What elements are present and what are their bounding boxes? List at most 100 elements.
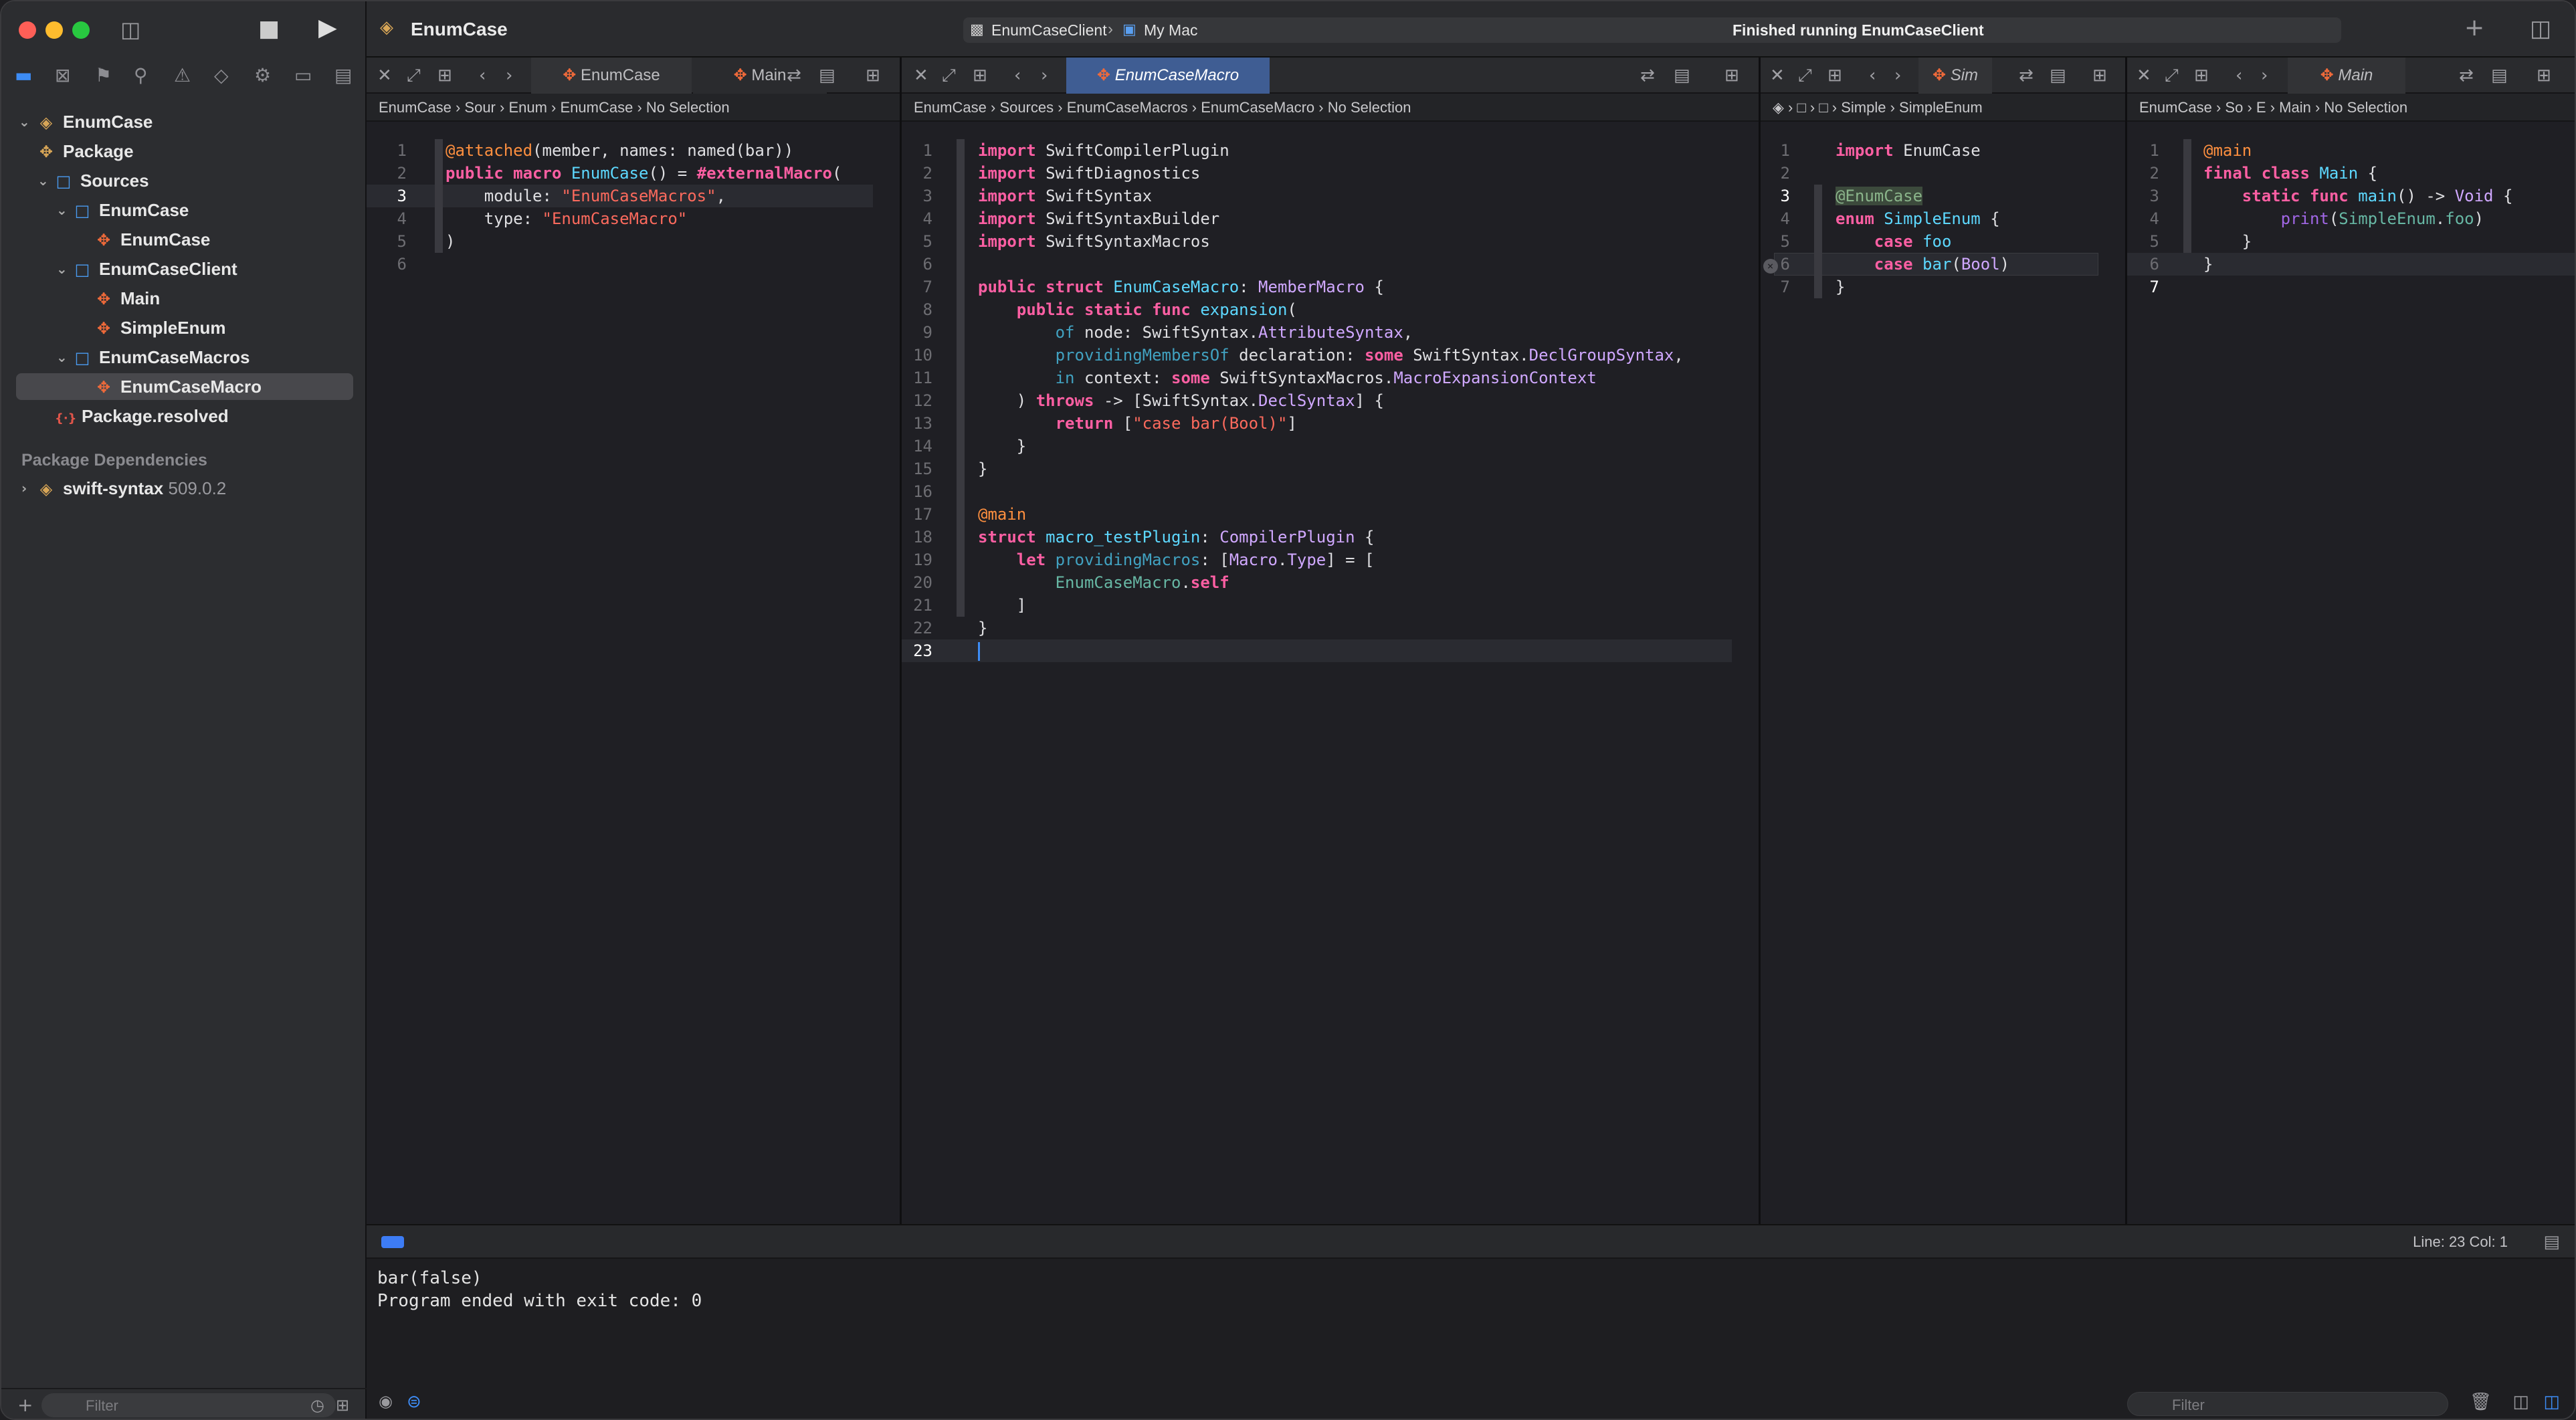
console-toggle-icon[interactable]: ▤	[2543, 1233, 2560, 1251]
close-pane-icon[interactable]: ✕	[1770, 66, 1785, 86]
back-icon[interactable]: ‹	[1869, 66, 1876, 86]
run-icon[interactable]: ▶	[318, 16, 337, 40]
trash-icon[interactable]: 🗑	[2470, 1393, 2492, 1411]
filter-options-icon[interactable]: ⊞	[336, 1397, 349, 1413]
grid-icon[interactable]: ⊞	[437, 66, 452, 86]
editor-options-icon[interactable]: ▤	[819, 66, 835, 86]
zoom-window-button[interactable]	[72, 21, 90, 39]
jump-symbol[interactable]: SimpleEnum	[1899, 99, 1983, 116]
expand-icon[interactable]: ⤢	[407, 66, 421, 86]
inspector-toggle-icon[interactable]: ◫	[2530, 17, 2551, 40]
jump-file[interactable]: Main	[2279, 99, 2311, 116]
jump-folder[interactable]: Enum	[508, 99, 547, 116]
debug-icon[interactable]: ⚙	[254, 64, 271, 86]
close-window-button[interactable]	[19, 21, 36, 39]
expand-icon[interactable]: ⤢	[1798, 66, 1812, 86]
close-pane-icon[interactable]: ✕	[377, 66, 392, 86]
minimize-window-button[interactable]	[45, 21, 63, 39]
editor-options-icon[interactable]: ▤	[2050, 66, 2066, 86]
split-editor-icon[interactable]: ⊞	[2092, 66, 2107, 86]
grid-icon[interactable]: ⊞	[973, 66, 987, 86]
split-editor-icon[interactable]: ⊞	[1724, 66, 1739, 86]
jump-file[interactable]: Simple	[1841, 99, 1886, 116]
tree-item-enumcasemacro[interactable]: ✥ EnumCaseMacro	[16, 373, 353, 400]
source-control-icon[interactable]: ⊠	[55, 64, 70, 86]
code-editor[interactable]: 1 2 3 4 5 6 7 8 9 10 11 12 13 14 15 16 1…	[902, 124, 1759, 1224]
editor-options-icon[interactable]: ▤	[2491, 66, 2508, 86]
tree-item-simpleenum[interactable]: ✥ SimpleEnum	[94, 314, 226, 341]
variables-view-icon[interactable]: ⊜	[407, 1393, 421, 1411]
tab-enumcase[interactable]: ✥ EnumCase	[531, 58, 692, 94]
jump-project[interactable]: EnumCase	[379, 99, 452, 116]
back-icon[interactable]: ‹	[1014, 66, 1021, 86]
macro-expansion-icon[interactable]: ×	[1763, 259, 1778, 274]
expand-icon[interactable]: ⤢	[942, 66, 956, 86]
add-icon[interactable]: +	[2464, 16, 2484, 40]
console-filter-field[interactable]: Filter	[2127, 1392, 2448, 1416]
editor-options-icon[interactable]: ▤	[1674, 66, 1690, 86]
jump-symbol[interactable]: No Selection	[646, 99, 730, 116]
close-pane-icon[interactable]: ✕	[2137, 66, 2151, 86]
left-panel-icon[interactable]: ◫	[2512, 1393, 2529, 1411]
stop-icon[interactable]: ■	[258, 17, 280, 40]
code-editor[interactable]: 1 2 3 4 5 × 6 7 import EnumCase @EnumCase…	[1761, 124, 2125, 1224]
jump-sources[interactable]: Sour	[464, 99, 495, 116]
jump-symbol[interactable]: No Selection	[1328, 99, 1411, 116]
tree-item-enumcasemacros-folder[interactable]: ⌄ □ EnumCaseMacros	[55, 344, 250, 371]
search-icon[interactable]: ⚲	[134, 64, 148, 86]
bookmark-icon[interactable]: ⚑	[95, 64, 112, 86]
forward-icon[interactable]: ›	[2261, 66, 2268, 86]
tree-item-enumcase-file[interactable]: ✥ EnumCase	[94, 226, 210, 253]
related-items-icon[interactable]: ⇄	[787, 66, 801, 86]
tab-simpleenum[interactable]: ✥ Sim	[1918, 58, 1992, 94]
hide-debug-area-icon[interactable]	[381, 1236, 404, 1248]
jump-file[interactable]: EnumCaseMacro	[1201, 99, 1314, 116]
add-icon[interactable]: +	[17, 1396, 33, 1415]
grid-icon[interactable]: ⊞	[1827, 66, 1842, 86]
destination-selector[interactable]: My Mac	[1144, 21, 1198, 39]
dependency-swift-syntax[interactable]: › ◈ swift-syntax 509.0.2	[21, 475, 226, 502]
jump-sources[interactable]: Sources	[999, 99, 1054, 116]
jump-project[interactable]: EnumCase	[2139, 99, 2212, 116]
tree-item-main[interactable]: ✥ Main	[94, 285, 160, 312]
breakpoint-icon[interactable]: ▭	[294, 64, 312, 86]
jump-file[interactable]: EnumCase	[561, 99, 633, 116]
eye-icon[interactable]: ◉	[379, 1393, 393, 1409]
tree-item-enumcaseclient-folder[interactable]: ⌄ □ EnumCaseClient	[55, 256, 237, 282]
related-items-icon[interactable]: ⇄	[2459, 66, 2474, 86]
right-panel-icon[interactable]: ◫	[2543, 1393, 2560, 1411]
jump-folder[interactable]: E	[2256, 99, 2266, 116]
report-icon[interactable]: ▤	[334, 64, 352, 86]
sidebar-toggle-icon[interactable]: ◫	[120, 19, 140, 40]
tab-main[interactable]: ✥ Main	[693, 58, 827, 94]
code-editor[interactable]: 1 2 3 4 5 6 7 @main final class Main { s…	[2127, 124, 2575, 1224]
scheme-selector[interactable]: EnumCaseClient	[991, 21, 1107, 39]
close-pane-icon[interactable]: ✕	[914, 66, 928, 86]
split-editor-icon[interactable]: ⊞	[866, 66, 880, 86]
test-icon[interactable]: ◇	[214, 64, 229, 86]
grid-icon[interactable]: ⊞	[2194, 66, 2209, 86]
folder-navigator-icon[interactable]: ▬	[15, 64, 32, 86]
jump-symbol[interactable]: No Selection	[2324, 99, 2407, 116]
tree-item-package[interactable]: ✥ Package	[36, 138, 134, 165]
jump-sources[interactable]: So	[2225, 99, 2243, 116]
related-items-icon[interactable]: ⇄	[2019, 66, 2034, 86]
jump-folder[interactable]: EnumCaseMacros	[1067, 99, 1188, 116]
console-output[interactable]: bar(false) Program ended with exit code: …	[377, 1267, 702, 1312]
tab-enumcasemacro[interactable]: ✥ EnumCaseMacro	[1066, 58, 1270, 94]
clock-icon[interactable]: ◷	[310, 1397, 324, 1413]
tree-item-enumcase-folder[interactable]: ⌄ □ EnumCase	[55, 197, 189, 223]
tree-item-sources[interactable]: ⌄ □ Sources	[36, 167, 149, 194]
expand-icon[interactable]: ⤢	[2165, 66, 2179, 86]
split-editor-icon[interactable]: ⊞	[2537, 66, 2551, 86]
issue-icon[interactable]: ⚠	[174, 64, 191, 86]
navigator-filter-field[interactable]: Filter	[41, 1393, 336, 1417]
related-items-icon[interactable]: ⇄	[1640, 66, 1655, 86]
forward-icon[interactable]: ›	[1041, 66, 1048, 86]
back-icon[interactable]: ‹	[2236, 66, 2242, 86]
jump-project[interactable]: EnumCase	[914, 99, 987, 116]
tree-item-package-resolved[interactable]: {·} Package.resolved	[55, 403, 229, 429]
code-editor[interactable]: 1 2 3 4 5 6 @attached(member, names: nam…	[367, 124, 900, 1224]
back-icon[interactable]: ‹	[479, 66, 486, 86]
forward-icon[interactable]: ›	[506, 66, 512, 86]
